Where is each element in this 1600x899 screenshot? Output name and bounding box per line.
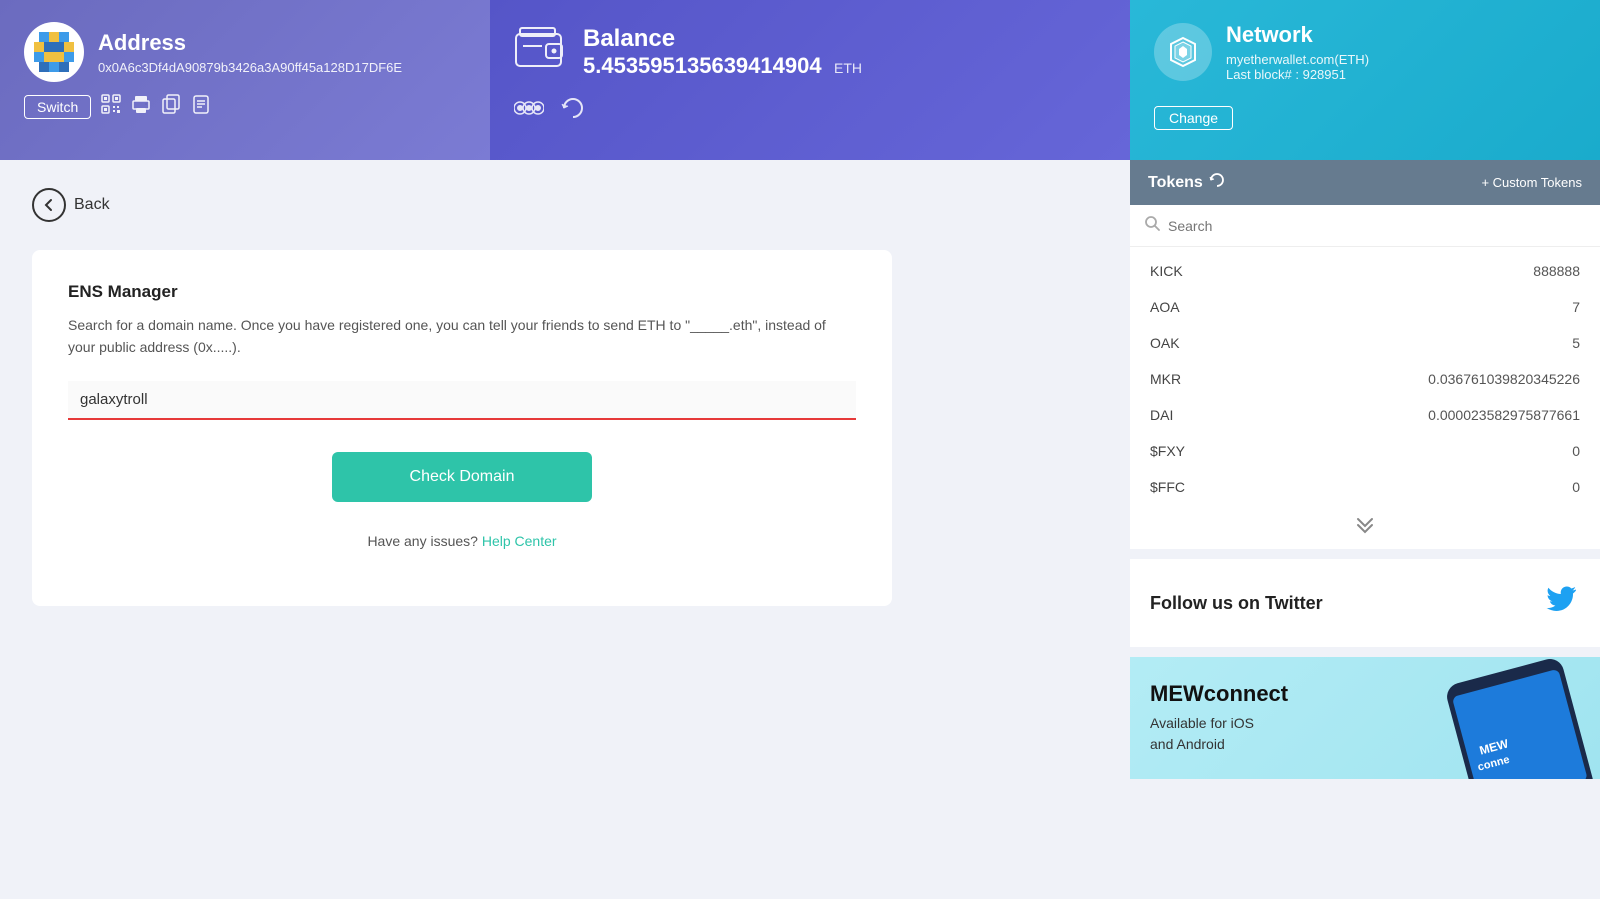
ens-card: ENS Manager Search for a domain name. On… [32,250,892,606]
list-item: KICK 888888 [1130,253,1600,289]
twitter-bird-icon [1544,581,1580,625]
token-name: OAK [1150,335,1180,351]
token-name: $FXY [1150,443,1185,459]
help-center-link[interactable]: Help Center [482,533,557,549]
network-actions: Change [1154,94,1576,130]
token-amount: 0.036761039820345226 [1428,371,1580,387]
issues-text: Have any issues? Help Center [68,530,856,552]
network-block: Last block# : 928951 [1226,67,1369,82]
more-options-icon[interactable] [514,96,544,126]
tokens-search-box [1130,205,1600,247]
token-name: KICK [1150,263,1183,279]
balance-row: 5.453595135639414904 ETH [583,53,862,79]
expand-tokens-button[interactable] [1130,505,1600,543]
tokens-header: Tokens + Custom Tokens [1130,160,1600,205]
switch-button[interactable]: Switch [24,95,91,119]
list-item: $FFC 0 [1130,469,1600,505]
header: Address 0x0A6c3Df4dA90879b3426a3A90ff45a… [0,0,1600,160]
copy-icon[interactable] [161,94,181,119]
token-name: MKR [1150,371,1181,387]
sidebar: Tokens + Custom Tokens [1130,160,1600,779]
list-item: MKR 0.036761039820345226 [1130,361,1600,397]
refresh-icon[interactable] [560,96,586,126]
network-provider: myetherwallet.com(ETH) [1226,52,1369,67]
network-info: Network myetherwallet.com(ETH) Last bloc… [1226,22,1369,82]
balance-currency: ETH [834,60,862,76]
qr-icon[interactable] [101,94,121,119]
refresh-tokens-icon[interactable] [1209,172,1225,193]
address-actions: Switch [24,94,466,119]
token-amount: 5 [1572,335,1580,351]
balance-value: 5.453595135639414904 [583,53,822,78]
avatar [24,22,84,82]
token-name: $FFC [1150,479,1185,495]
address-info: Address 0x0A6c3Df4dA90879b3426a3A90ff45a… [98,30,402,75]
token-amount: 0 [1572,479,1580,495]
tokens-label: Tokens [1148,174,1203,192]
balance-title: Balance [583,25,862,53]
mewconnect-phone-illustration: MEW conne [1410,659,1600,779]
main-content: Back ENS Manager Search for a domain nam… [0,160,1600,779]
twitter-label: Follow us on Twitter [1150,593,1323,614]
token-amount: 7 [1572,299,1580,315]
tokens-search-input[interactable] [1168,218,1586,234]
token-name: DAI [1150,407,1173,423]
back-circle-icon [32,188,66,222]
network-icon [1154,23,1212,81]
custom-tokens-button[interactable]: + Custom Tokens [1481,175,1582,190]
token-amount: 888888 [1533,263,1580,279]
wallet-icon [514,22,569,82]
balance-info: Balance 5.453595135639414904 ETH [583,25,862,79]
list-item: OAK 5 [1130,325,1600,361]
address-title: Address [98,30,402,56]
token-list: KICK 888888 AOA 7 OAK 5 MKR 0.0367610398… [1130,247,1600,549]
change-network-button[interactable]: Change [1154,106,1233,130]
list-item: AOA 7 [1130,289,1600,325]
issues-label: Have any issues? [367,533,481,549]
mewconnect-panel: MEWconnect Available for iOSand Android … [1130,657,1600,779]
token-name: AOA [1150,299,1180,315]
ens-domain-input[interactable] [68,381,856,420]
content-area: Back ENS Manager Search for a domain nam… [0,160,1130,779]
search-icon [1144,215,1160,236]
back-label: Back [74,196,110,214]
tokens-panel: Tokens + Custom Tokens [1130,160,1600,549]
balance-actions [514,96,1106,126]
list-item: $FXY 0 [1130,433,1600,469]
address-panel: Address 0x0A6c3Df4dA90879b3426a3A90ff45a… [0,0,490,160]
ens-description: Search for a domain name. Once you have … [68,314,856,359]
balance-panel: Balance 5.453595135639414904 ETH [490,0,1130,160]
token-amount: 0 [1572,443,1580,459]
token-amount: 0.000023582975877661 [1428,407,1580,423]
tokens-title: Tokens [1148,172,1225,193]
print-icon[interactable] [131,94,151,119]
back-button[interactable]: Back [32,188,110,222]
list-item: DAI 0.000023582975877661 [1130,397,1600,433]
info-icon[interactable] [191,94,211,119]
address-value: 0x0A6c3Df4dA90879b3426a3A90ff45a128D17DF… [98,60,402,75]
ens-title: ENS Manager [68,282,856,302]
network-title: Network [1226,22,1369,48]
twitter-panel[interactable]: Follow us on Twitter [1130,559,1600,647]
check-domain-button[interactable]: Check Domain [332,452,592,502]
network-panel: Network myetherwallet.com(ETH) Last bloc… [1130,0,1600,160]
